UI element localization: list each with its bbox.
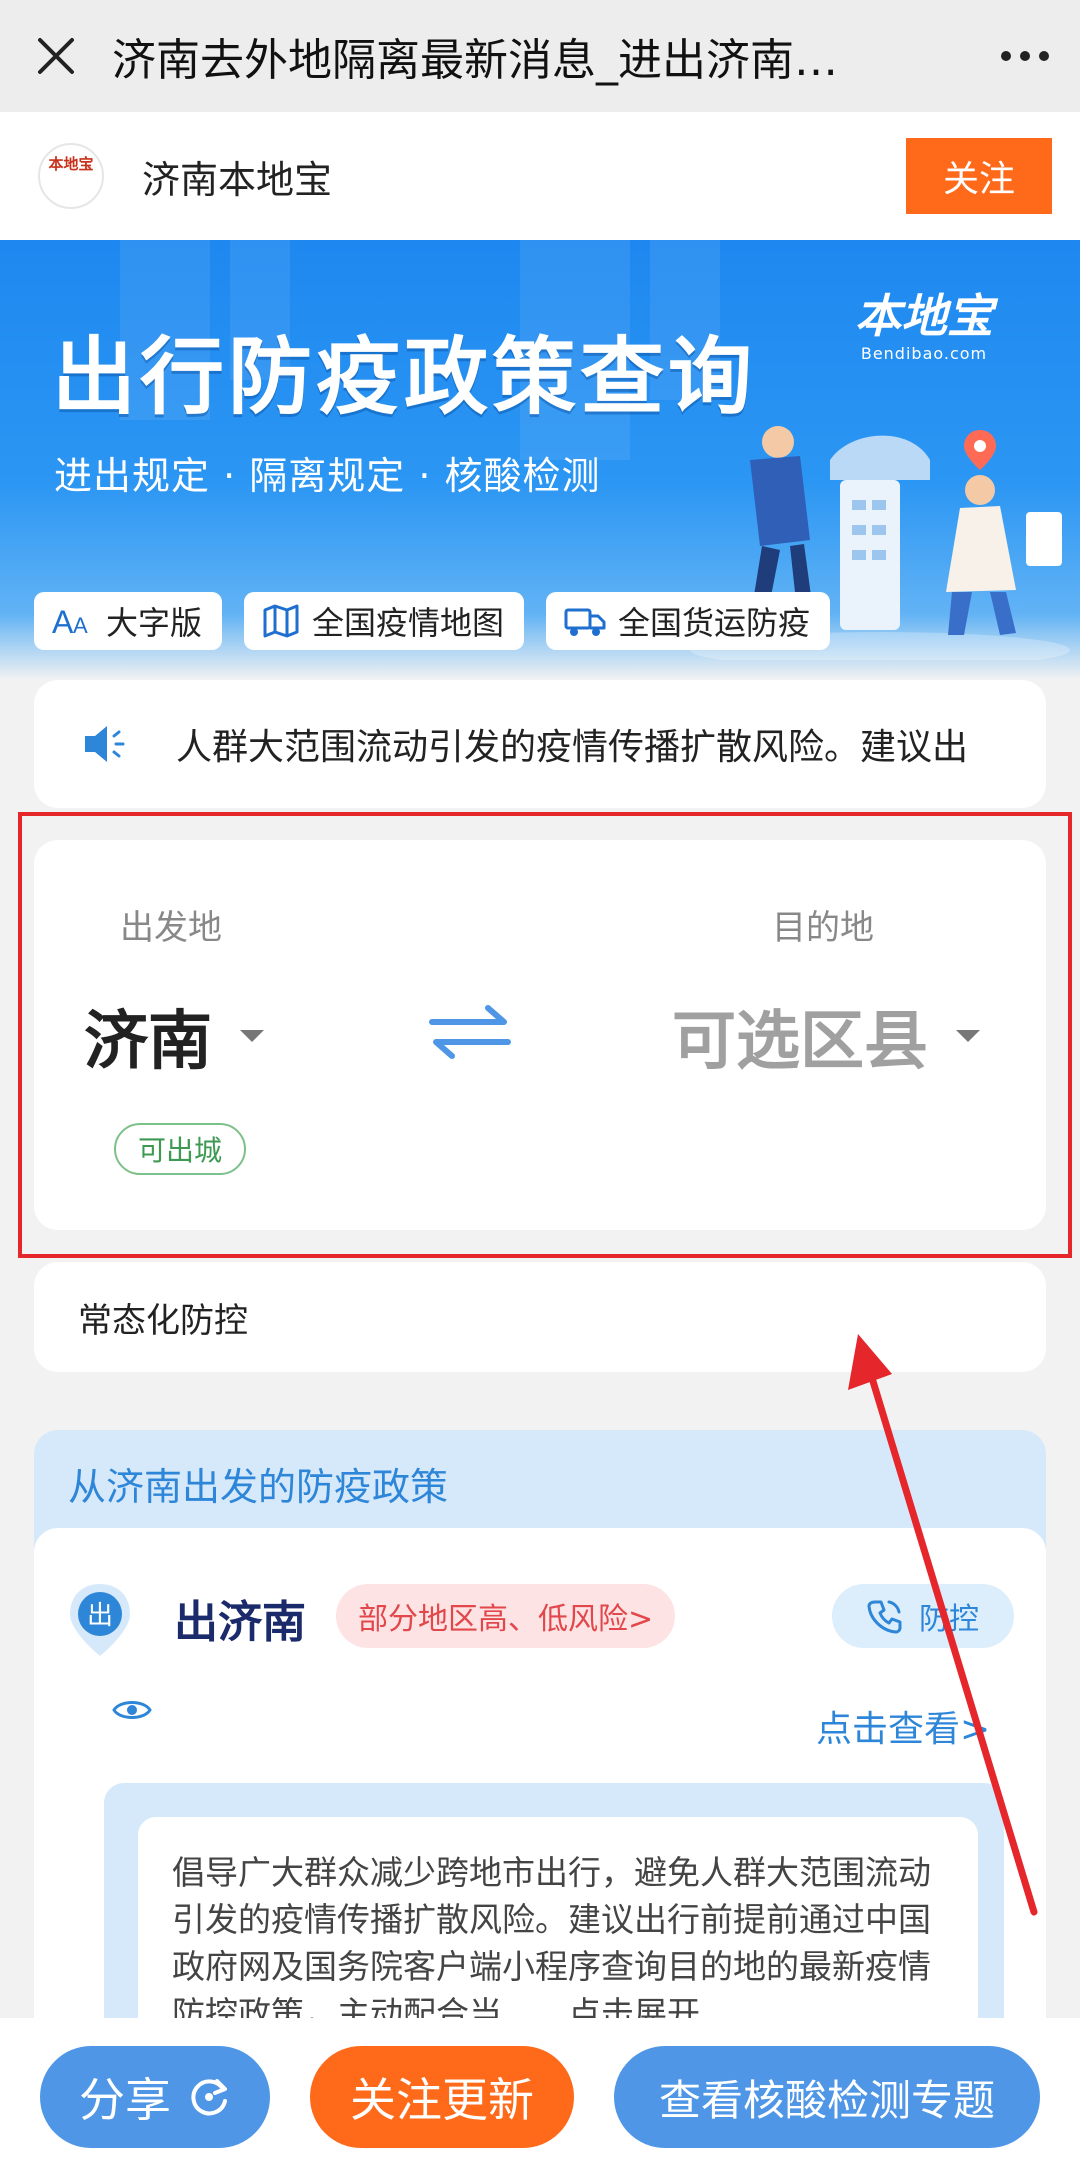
svg-text:A: A [73, 613, 88, 638]
chip-freight[interactable]: 全国货运防疫 [546, 592, 831, 650]
account-bar: 本地宝 济南 济南本地宝 关注 [0, 112, 1080, 240]
svg-text:出: 出 [87, 1601, 113, 1631]
share-button[interactable]: 分享 [40, 2046, 270, 2148]
quick-links: AA 大字版 全国疫情地图 全国货运防疫 [34, 592, 831, 650]
svg-text:A: A [52, 604, 74, 638]
eye-icon [112, 1696, 152, 1728]
depart-heading: 出济南 [174, 1597, 306, 1648]
subscribe-button[interactable]: 关注更新 [310, 2046, 574, 2148]
control-phone-button[interactable]: 防控 [832, 1584, 1014, 1648]
speaker-icon [34, 722, 176, 766]
close-icon[interactable] [0, 0, 112, 112]
banner-subline: 进出规定 · 隔离规定 · 核酸检测 [54, 454, 601, 498]
view-link[interactable]: 点击查看> [816, 1700, 990, 1752]
chip-epidemic-map[interactable]: 全国疫情地图 [244, 592, 525, 650]
highlight-box [18, 812, 1072, 1258]
account-name[interactable]: 济南本地宝 [142, 149, 906, 204]
truck-icon [564, 604, 606, 638]
account-logo[interactable]: 本地宝 济南 [38, 143, 104, 209]
notice-text: 人群大范围流动引发的疫情传播扩散风险。建议出 [176, 727, 969, 768]
title-bar: 济南去外地隔离最新消息_进出济南… [0, 0, 1080, 112]
font-size-icon: AA [52, 604, 94, 638]
risk-badge[interactable]: 部分地区高、低风险> [336, 1584, 676, 1648]
nucleic-test-topic-button[interactable]: 查看核酸检测专题 [614, 2046, 1040, 2148]
follow-button[interactable]: 关注 [906, 138, 1052, 214]
chip-large-font[interactable]: AA 大字版 [34, 592, 223, 650]
bottom-action-bar: 分享 关注更新 查看核酸检测专题 [0, 2018, 1080, 2170]
more-icon[interactable] [970, 0, 1080, 112]
location-pin-icon: 出 [70, 1584, 130, 1656]
page-title: 济南去外地隔离最新消息_进出济南… [112, 35, 838, 86]
map-icon [262, 604, 300, 638]
policy-title: 从济南出发的防疫政策 [68, 1465, 449, 1509]
notice-bar[interactable]: 人群大范围流动引发的疫情传播扩散风险。建议出 [34, 680, 1046, 808]
banner-headline: 出行防疫政策查询 [52, 328, 757, 426]
bendibao-logo: 本地宝 Bendibao.com [855, 289, 993, 363]
refresh-share-icon [187, 2075, 231, 2119]
phone-icon [867, 1598, 903, 1634]
normal-control-row[interactable]: 常态化防控 [34, 1262, 1046, 1372]
